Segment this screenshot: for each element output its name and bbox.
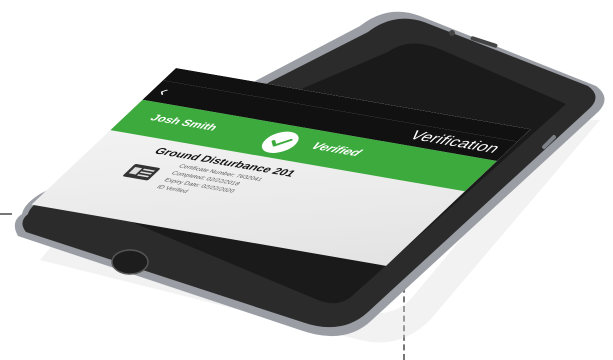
- product-illustration: ‹ Verification Josh Smith Verified Groun…: [0, 0, 613, 360]
- chevron-left-icon: ‹: [153, 83, 175, 99]
- phone-device: ‹ Verification Josh Smith Verified Groun…: [0, 0, 613, 360]
- check-circle-icon: [251, 127, 310, 157]
- holder-name: Josh Smith: [147, 112, 222, 133]
- back-button[interactable]: ‹: [153, 83, 175, 99]
- verified-status: Verified: [307, 139, 366, 159]
- id-card-icon: [122, 163, 161, 181]
